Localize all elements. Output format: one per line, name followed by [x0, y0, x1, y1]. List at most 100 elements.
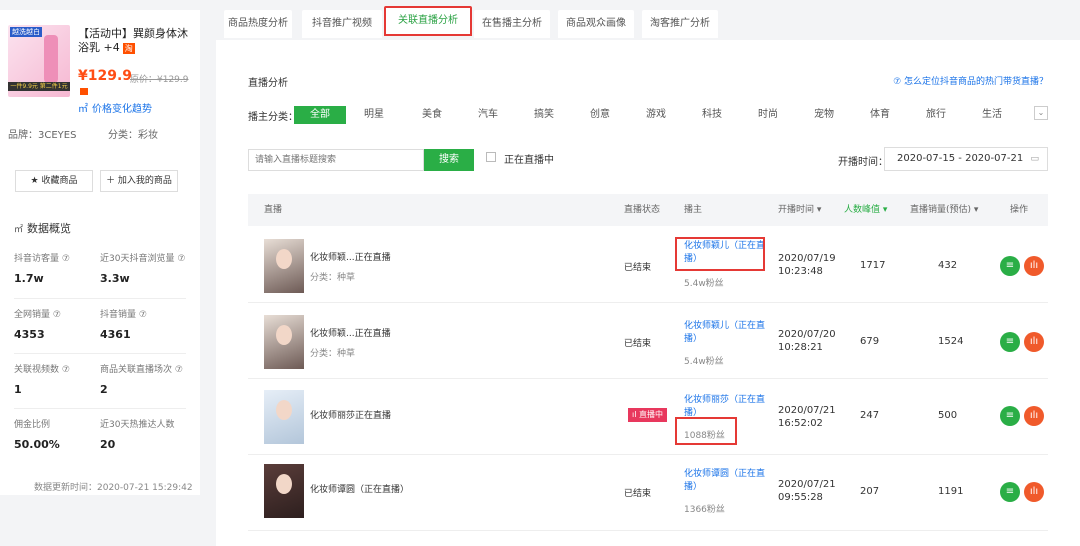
- product-tube-graphic: [44, 35, 58, 83]
- host-name-link[interactable]: 化妆师颖儿（正在直播）: [684, 320, 766, 346]
- table-row[interactable]: 化妆师颖...正在直播 分类：种草 已结束 化妆师颖儿（正在直播） 5.4w粉丝…: [248, 228, 1048, 303]
- host-name-link[interactable]: 化妆师颖儿（正在直播）: [684, 240, 766, 266]
- search-button[interactable]: 搜索: [424, 149, 474, 171]
- host-name-link[interactable]: 化妆师谭圆（正在直播）: [684, 468, 766, 494]
- overview-title: ㎡数据概览: [14, 220, 71, 236]
- category-game[interactable]: 游戏: [646, 106, 666, 124]
- trend-icon: ㎡: [78, 104, 88, 115]
- host-name-link[interactable]: 化妆师丽莎（正在直播）: [684, 394, 766, 420]
- live-badge-text: 直播中: [639, 410, 663, 419]
- live-only-checkbox[interactable]: [486, 152, 496, 162]
- favorite-button[interactable]: ★ 收藏商品: [15, 170, 93, 192]
- category-travel[interactable]: 旅行: [926, 106, 946, 124]
- live-only-label: 正在直播中: [504, 155, 554, 166]
- calendar-icon: ▭: [1030, 154, 1039, 164]
- th-status: 直播状态: [624, 205, 661, 215]
- chevron-down-icon[interactable]: ⌄: [1034, 106, 1048, 120]
- table-row[interactable]: 化妆师颖...正在直播 分类：种草 已结束 化妆师颖儿（正在直播） 5.4w粉丝…: [248, 304, 1048, 379]
- stat-views-30d: 近30天抖音浏览量 ⑦ 3.3w: [100, 254, 186, 285]
- category-creative[interactable]: 创意: [590, 106, 610, 124]
- help-link[interactable]: ⑦ 怎么定位抖音商品的热门带货直播？: [893, 74, 1048, 87]
- list-icon[interactable]: ≡: [1000, 332, 1020, 352]
- date-range-value: 2020-07-15 - 2020-07-21: [897, 153, 1024, 164]
- stat-visitors: 抖音访客量 ⑦ 1.7w: [14, 254, 70, 285]
- category-label: 分类：彩妆: [108, 130, 158, 141]
- table-row[interactable]: 化妆师丽莎正在直播 ıl 直播中 化妆师丽莎（正在直播） 1088粉丝 2020…: [248, 380, 1048, 455]
- peak-viewers: 1717: [860, 260, 886, 271]
- stat-row: 全网销量 ⑦ 4353 抖音销量 ⑦ 4361: [14, 298, 186, 353]
- start-time: 2020/07/21 09:55:28: [778, 479, 836, 503]
- live-thumbnail[interactable]: [264, 315, 304, 369]
- live-status: 已结束: [624, 263, 652, 273]
- stat-row: 抖音访客量 ⑦ 1.7w 近30天抖音浏览量 ⑦ 3.3w: [14, 243, 186, 298]
- bar-chart-icon[interactable]: ılı: [1024, 256, 1044, 276]
- overview-title-text: 数据概览: [27, 222, 72, 235]
- live-thumbnail[interactable]: [264, 239, 304, 293]
- section-title: 直播分析: [248, 78, 288, 89]
- date-label: 开播时间：: [838, 157, 888, 168]
- tab-taoke-analysis[interactable]: 淘客推广分析: [642, 10, 718, 38]
- sales-value: 1524: [938, 336, 964, 347]
- date-range-picker[interactable]: 2020-07-15 - 2020-07-21 ▭: [884, 147, 1048, 171]
- list-icon[interactable]: ≡: [1000, 256, 1020, 276]
- category-funny[interactable]: 搞笑: [534, 106, 554, 124]
- live-title[interactable]: 化妆师丽莎正在直播: [310, 408, 391, 421]
- stat-all-sales: 全网销量 ⑦ 4353: [14, 310, 61, 341]
- bar-chart-icon[interactable]: ılı: [1024, 406, 1044, 426]
- th-sales[interactable]: 直播销量(预估) ▾: [910, 194, 978, 226]
- start-time: 2020/07/21 16:52:02: [778, 405, 836, 429]
- stat-live-sessions: 商品关联直播场次 ⑦2: [100, 365, 183, 396]
- host-fans: 1088粉丝: [684, 431, 725, 441]
- stat-commission: 佣金比例 50.00%: [14, 420, 60, 451]
- stat-promoters: 近30天热推达人数 20: [100, 420, 175, 451]
- live-title[interactable]: 化妆师谭圆（正在直播）: [310, 482, 409, 495]
- host-fans: 5.4w粉丝: [684, 357, 724, 367]
- tab-live-analysis[interactable]: 关联直播分析: [384, 6, 472, 36]
- update-time: 数据更新时间：2020-07-21 15:29:42: [34, 483, 193, 493]
- live-badge: ıl 直播中: [628, 408, 667, 422]
- category-filter-label: 播主分类：: [248, 112, 298, 123]
- live-title[interactable]: 化妆师颖...正在直播: [310, 250, 391, 263]
- price-trend-link[interactable]: ㎡价格变化趋势: [78, 100, 152, 115]
- list-icon[interactable]: ≡: [1000, 482, 1020, 502]
- tab-bar: 商品热度分析 抖音推广视频 关联直播分析 在售播主分析 商品观众画像 淘客推广分…: [216, 6, 1080, 40]
- th-peak-viewers[interactable]: 人数峰值 ▾: [844, 194, 887, 226]
- search-input[interactable]: [248, 149, 424, 171]
- category-car[interactable]: 汽车: [478, 106, 498, 124]
- category-fashion[interactable]: 时尚: [758, 106, 778, 124]
- live-thumbnail[interactable]: [264, 390, 304, 444]
- product-panel: 越洗越白 一件9.9元 第二件1元 【活动中】巽颜身体沐浴乳 +4 淘 ¥129.…: [0, 10, 200, 495]
- stat-row: 佣金比例 50.00% 近30天热推达人数 20: [14, 408, 186, 463]
- category-tech[interactable]: 科技: [702, 106, 722, 124]
- live-title[interactable]: 化妆师颖...正在直播: [310, 326, 391, 339]
- product-image[interactable]: 越洗越白 一件9.9元 第二件1元: [8, 25, 70, 97]
- category-food[interactable]: 美食: [422, 106, 442, 124]
- category-star[interactable]: 明星: [364, 106, 384, 124]
- add-to-my-products-button[interactable]: ＋ 加入我的商品: [100, 170, 178, 192]
- category-pets[interactable]: 宠物: [814, 106, 834, 124]
- table-header: 直播 直播状态 播主 开播时间 ▾ 人数峰值 ▾ 直播销量(预估) ▾ 操作: [248, 194, 1048, 226]
- host-fans: 1366粉丝: [684, 505, 725, 515]
- tab-promo-videos[interactable]: 抖音推广视频: [302, 10, 382, 38]
- tab-heat-analysis[interactable]: 商品热度分析: [224, 10, 292, 38]
- live-indicator-icon: ıl: [632, 410, 639, 419]
- peak-viewers: 679: [860, 336, 880, 347]
- product-title[interactable]: 【活动中】巽颜身体沐浴乳 +4 淘: [78, 27, 196, 55]
- live-thumbnail[interactable]: [264, 464, 304, 518]
- category-life[interactable]: 生活: [982, 106, 1002, 124]
- list-icon[interactable]: ≡: [1000, 406, 1020, 426]
- thumbnail-face: [276, 325, 292, 345]
- category-sports[interactable]: 体育: [870, 106, 890, 124]
- table-row[interactable]: 化妆师谭圆（正在直播） 已结束 化妆师谭圆（正在直播） 1366粉丝 2020/…: [248, 456, 1048, 531]
- main-panel: 商品热度分析 抖音推广视频 关联直播分析 在售播主分析 商品观众画像 淘客推广分…: [216, 6, 1080, 546]
- thumbnail-face: [276, 400, 292, 420]
- category-all[interactable]: 全部: [294, 106, 346, 124]
- tab-seller-analysis[interactable]: 在售播主分析: [474, 10, 550, 38]
- th-start-time[interactable]: 开播时间 ▾: [778, 194, 821, 226]
- bar-chart-icon[interactable]: ılı: [1024, 332, 1044, 352]
- promo-icon: [80, 88, 88, 95]
- host-fans: 5.4w粉丝: [684, 279, 724, 289]
- product-image-tag: 越洗越白: [10, 27, 42, 37]
- tab-audience-profile[interactable]: 商品观众画像: [558, 10, 634, 38]
- bar-chart-icon[interactable]: ılı: [1024, 482, 1044, 502]
